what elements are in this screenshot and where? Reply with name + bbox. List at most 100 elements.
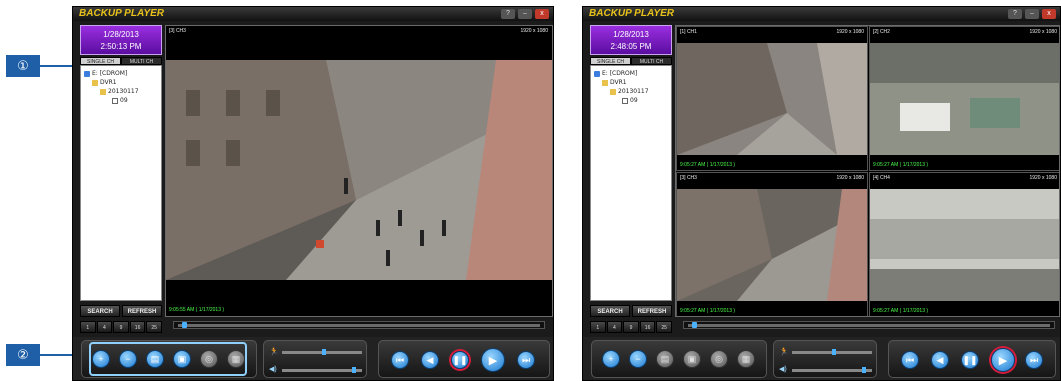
clock-date: 1/28/2013 (613, 30, 649, 39)
camera-frame-image (677, 43, 867, 155)
export-icon[interactable]: ◎ (710, 350, 728, 368)
search-button[interactable]: SEARCH (80, 305, 120, 317)
backup-player-multi: BACKUP PLAYER ? – x 1/28/2013 2:48:05 PM… (582, 6, 1061, 381)
view-tabs: SINGLE CH MULTI CH (590, 57, 672, 65)
tree-item-date[interactable]: 20130117 (84, 87, 158, 96)
split-25-button[interactable]: 25 (656, 321, 672, 333)
split-buttons: 1 4 9 16 25 (590, 321, 672, 333)
pause-icon[interactable]: ❚❚ (961, 351, 979, 369)
timestamp-overlay: 9:05:27 AM ( 1/17/2013 ) (873, 308, 929, 314)
split-1-button[interactable]: 1 (590, 321, 606, 333)
channel-resolution: 1920 x 1080 (520, 28, 548, 34)
channel-resolution: 1920 x 1080 (1029, 175, 1057, 181)
split-25-button[interactable]: 25 (146, 321, 162, 333)
tool-button-group: + − ▤ ▣ ◎ ▦ (591, 340, 767, 378)
channel-resolution: 1920 x 1080 (1029, 29, 1057, 35)
tree-item-drive[interactable]: E: [CDROM] (594, 69, 668, 78)
step-back-icon[interactable]: ◀ (931, 351, 949, 369)
split-4-button[interactable]: 4 (96, 321, 113, 333)
play-icon[interactable]: ▶ (481, 348, 505, 372)
speed-slider-knob[interactable] (322, 349, 326, 355)
speed-slider-knob[interactable] (832, 349, 836, 355)
channel-tile-4[interactable]: [4] CH4 1920 x 1080 9:05:27 AM ( 1/17/20… (869, 172, 1059, 316)
close-button[interactable]: x (1042, 9, 1056, 19)
skip-forward-icon[interactable]: ⏭ (517, 351, 535, 369)
file-icon (622, 97, 628, 104)
tree-item-hour[interactable]: 09 (594, 96, 668, 105)
seek-track (178, 324, 540, 327)
refresh-button[interactable]: REFRESH (122, 305, 162, 317)
save-icon[interactable]: ▣ (683, 350, 701, 368)
tab-multi-ch[interactable]: MULTI CH (121, 57, 162, 65)
speed-slider[interactable] (282, 349, 362, 355)
refresh-button[interactable]: REFRESH (632, 305, 672, 317)
speed-slider[interactable] (792, 349, 872, 355)
folder-icon (610, 88, 616, 95)
skip-back-icon[interactable]: ⏮ (901, 351, 919, 369)
tree-item-date[interactable]: 20130117 (594, 87, 668, 96)
channel-tile-1[interactable]: [1] CH1 1920 x 1080 9:05:27 AM ( 1/17/20… (676, 26, 868, 171)
channel-tile-3[interactable]: [3] CH3 1920 x 1080 9:05:27 AM ( 1/17/20… (676, 172, 868, 316)
close-button[interactable]: x (535, 9, 549, 19)
seek-track (688, 324, 1050, 327)
file-tree: E: [CDROM] DVR1 20130117 09 (590, 65, 672, 301)
tree-item-label: 20130117 (108, 88, 139, 95)
split-buttons: 1 4 9 16 25 (80, 321, 162, 333)
help-button[interactable]: ? (501, 9, 515, 19)
channel-name: [3] CH3 (169, 28, 186, 34)
split-9-button[interactable]: 9 (623, 321, 639, 333)
video-viewport[interactable]: [3] CH3 1920 x 1080 9:05:55 AM ( 1/17/20… (165, 25, 553, 317)
pause-icon[interactable]: ❚❚ (451, 351, 469, 369)
tree-item-label: DVR1 (610, 79, 627, 86)
view-tabs: SINGLE CH MULTI CH (80, 57, 162, 65)
minimize-button[interactable]: – (518, 9, 532, 19)
file-tree: E: [CDROM] DVR1 20130117 09 (80, 65, 162, 301)
volume-slider[interactable] (282, 367, 362, 373)
help-button[interactable]: ? (1008, 9, 1022, 19)
seek-thumb[interactable] (692, 322, 697, 328)
tree-item-drive[interactable]: E: [CDROM] (84, 69, 158, 78)
clock-time: 2:48:05 PM (610, 42, 652, 51)
tab-single-ch[interactable]: SINGLE CH (590, 57, 631, 65)
camera-frame-image (870, 43, 1059, 155)
print-icon[interactable]: ▤ (656, 350, 674, 368)
skip-forward-icon[interactable]: ⏭ (1025, 351, 1043, 369)
split-16-button[interactable]: 16 (129, 321, 146, 333)
clock-time: 2:50:13 PM (100, 42, 142, 51)
zoom-in-icon[interactable]: + (602, 350, 620, 368)
tab-multi-ch[interactable]: MULTI CH (631, 57, 672, 65)
search-button[interactable]: SEARCH (590, 305, 630, 317)
split-9-button[interactable]: 9 (113, 321, 129, 333)
timestamp-overlay: 9:05:27 AM ( 1/17/2013 ) (680, 308, 736, 314)
camera-frame-image (870, 189, 1059, 301)
playback-button-group: ⏮ ◀ ❚❚ ▶ ⏭ (888, 340, 1056, 378)
split-1-button[interactable]: 1 (80, 321, 96, 333)
skip-back-icon[interactable]: ⏮ (391, 351, 409, 369)
play-icon[interactable]: ▶ (991, 348, 1015, 372)
timeline-seek-bar[interactable] (173, 321, 545, 329)
tree-item-dvr[interactable]: DVR1 (84, 78, 158, 87)
timeline-seek-bar[interactable] (683, 321, 1055, 329)
tree-item-label: 20130117 (618, 88, 649, 95)
snapshot-icon[interactable]: ▦ (737, 350, 755, 368)
tree-item-dvr[interactable]: DVR1 (594, 78, 668, 87)
zoom-out-icon[interactable]: − (629, 350, 647, 368)
speed-volume-group: 🏃 ◀) (773, 340, 877, 378)
tree-item-hour[interactable]: 09 (84, 96, 158, 105)
volume-slider-knob[interactable] (352, 367, 356, 373)
split-16-button[interactable]: 16 (639, 321, 656, 333)
step-back-icon[interactable]: ◀ (421, 351, 439, 369)
control-bar: + − ▤ ▣ ◎ ▦ 🏃 ◀) ⏮ ◀ ❚❚ ▶ ⏭ (73, 337, 553, 380)
split-4-button[interactable]: 4 (606, 321, 623, 333)
clock-display: 1/28/2013 2:48:05 PM (590, 25, 672, 55)
seek-thumb[interactable] (182, 322, 187, 328)
tree-item-label: E: [CDROM] (602, 70, 638, 77)
channel-tile-2[interactable]: [2] CH2 1920 x 1080 9:05:27 AM ( 1/17/20… (869, 26, 1059, 171)
tab-single-ch[interactable]: SINGLE CH (80, 57, 121, 65)
speed-volume-group: 🏃 ◀) (263, 340, 367, 378)
volume-slider-knob[interactable] (862, 367, 866, 373)
minimize-button[interactable]: – (1025, 9, 1039, 19)
title-bar: BACKUP PLAYER ? – x (583, 7, 1060, 21)
volume-slider[interactable] (792, 367, 872, 373)
camera-frame-image (677, 189, 867, 301)
